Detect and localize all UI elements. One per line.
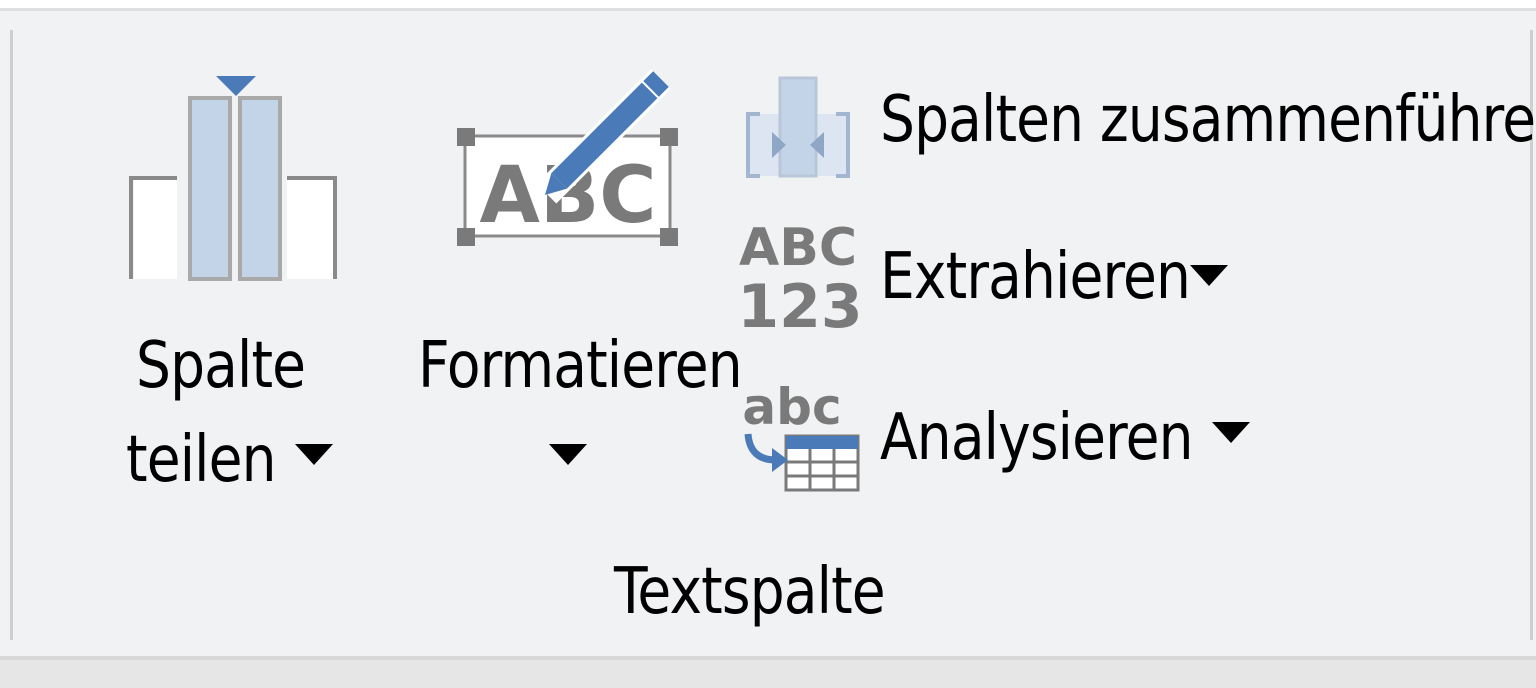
parse-abc-table-icon: abc [742, 378, 860, 492]
abc-123-icon: ABC 123 [737, 218, 862, 342]
merge-columns-button[interactable]: Spalten zusammenführen [738, 70, 1536, 180]
parse-icon-text: abc [742, 378, 841, 436]
top-border [0, 0, 1536, 8]
merge-columns-label: Spalten zusammenführen [880, 83, 1536, 157]
parse-button[interactable]: abc Analysieren [738, 378, 1268, 492]
split-column-button[interactable]: Spalte teilen [120, 60, 350, 510]
format-button[interactable]: ABC Formatieren [410, 60, 743, 490]
split-column-label-line1: Spalte [136, 329, 306, 403]
extract-dropdown-caret [1190, 265, 1228, 286]
extract-icon-text-bottom: 123 [737, 272, 862, 342]
format-label: Formatieren [418, 329, 743, 403]
split-column-dropdown-caret [295, 444, 333, 465]
group-title: Textspalte [614, 555, 886, 629]
extract-label: Extrahieren [880, 240, 1191, 314]
split-column-icon [129, 76, 337, 281]
parse-dropdown-caret [1212, 422, 1250, 443]
group-separator-left [10, 30, 13, 640]
extract-button[interactable]: ABC 123 Extrahieren [737, 215, 1248, 342]
extract-icon-text-top: ABC [739, 218, 857, 278]
split-column-label-line2: teilen [126, 423, 276, 497]
merge-columns-icon [746, 76, 850, 178]
format-dropdown-caret [549, 444, 587, 465]
parse-label: Analysieren [880, 401, 1194, 475]
format-abc-pencil-icon: ABC [457, 69, 678, 246]
ribbon-bottom-strip [0, 660, 1536, 688]
